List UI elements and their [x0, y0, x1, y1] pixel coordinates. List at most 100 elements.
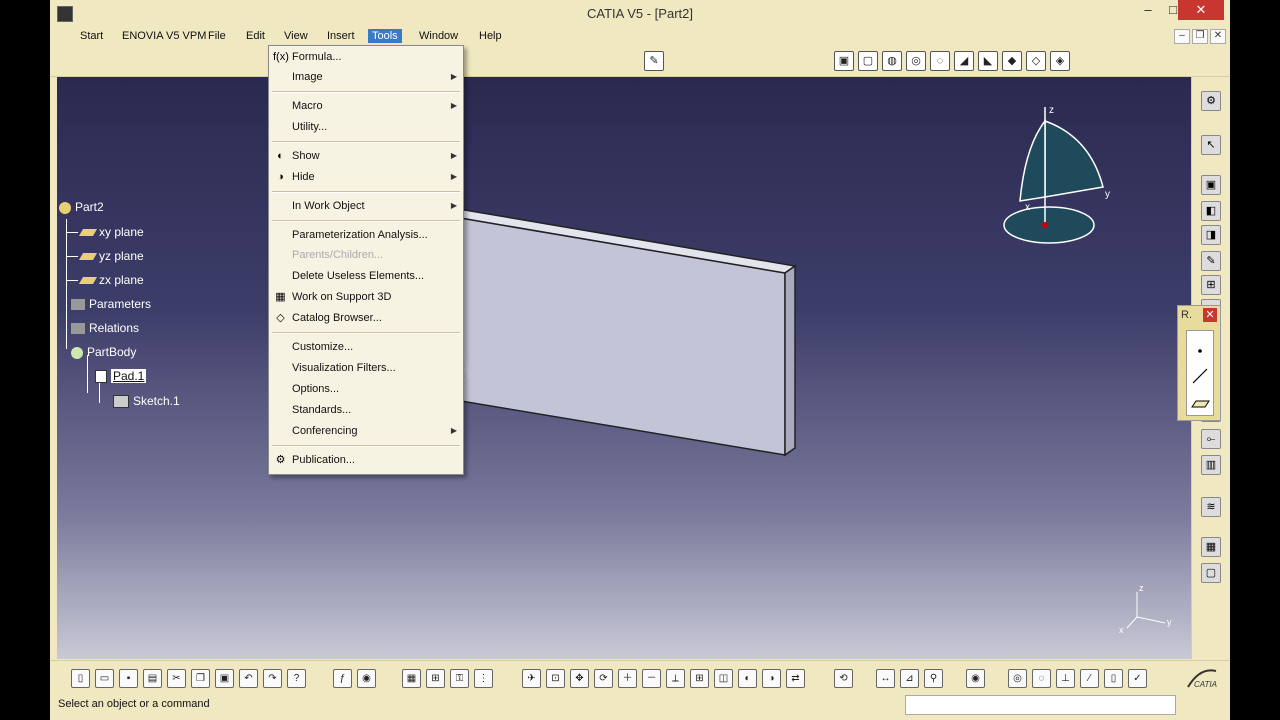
- help-cursor-icon[interactable]: ?: [287, 669, 306, 688]
- menu-item-image[interactable]: Image ▶: [269, 68, 463, 88]
- zoom-in-icon[interactable]: ＋: [618, 669, 637, 688]
- new-icon[interactable]: ▯: [71, 669, 90, 688]
- mdi-minimize-button[interactable]: –: [1174, 29, 1190, 44]
- section-icon[interactable]: ▯: [1104, 669, 1123, 688]
- sketch-analysis-icon[interactable]: ✓: [1128, 669, 1147, 688]
- menu-item-standards[interactable]: Standards...: [269, 401, 463, 421]
- normal-view-icon[interactable]: ⟂: [666, 669, 685, 688]
- menu-insert[interactable]: Insert: [323, 29, 359, 43]
- command-input[interactable]: [905, 695, 1176, 715]
- paste-icon[interactable]: ▣: [215, 669, 234, 688]
- menu-item-conferencing[interactable]: Conferencing ▶: [269, 422, 463, 442]
- pan-icon[interactable]: ✥: [570, 669, 589, 688]
- measure-between-icon[interactable]: ↔: [876, 669, 895, 688]
- tree-xy-plane[interactable]: xy plane: [78, 225, 144, 239]
- menu-item-formula[interactable]: f(x) Formula...: [269, 48, 463, 68]
- axis-icon[interactable]: ⊥: [1056, 669, 1075, 688]
- menu-item-publication[interactable]: ⚙ Publication...: [269, 451, 463, 471]
- fit-all-icon[interactable]: ⊡: [546, 669, 565, 688]
- 3d-viewport[interactable]: z y x z y x Part2 xy plane yz plane zx p: [57, 77, 1191, 659]
- tree-sketch[interactable]: Sketch.1: [113, 394, 180, 409]
- swap-space-icon[interactable]: ⇄: [786, 669, 805, 688]
- shell-icon[interactable]: ◇: [1026, 51, 1046, 71]
- frame-icon[interactable]: ▢: [1201, 563, 1221, 583]
- analysis-icon[interactable]: ◎: [1008, 669, 1027, 688]
- tree-part2[interactable]: Part2: [59, 200, 104, 214]
- hole-icon[interactable]: ◎: [906, 51, 926, 71]
- thickness-icon[interactable]: ◈: [1050, 51, 1070, 71]
- print-icon[interactable]: ▤: [143, 669, 162, 688]
- graph-icon[interactable]: ⊞: [426, 669, 445, 688]
- shading-icon[interactable]: ◐: [738, 669, 757, 688]
- menu-item-macro[interactable]: Macro ▶: [269, 97, 463, 117]
- yellow-cube-icon[interactable]: ◨: [1201, 225, 1221, 245]
- menu-item-in-work-object[interactable]: In Work Object ▶: [269, 197, 463, 217]
- menu-item-options[interactable]: Options...: [269, 380, 463, 400]
- menu-tools[interactable]: Tools: [368, 29, 402, 43]
- iso-view-icon[interactable]: ◫: [714, 669, 733, 688]
- menu-help[interactable]: Help: [475, 29, 506, 43]
- ratio-icon[interactable]: ⁄: [1080, 669, 1099, 688]
- tree-partbody[interactable]: PartBody: [71, 345, 136, 359]
- pattern-icon[interactable]: ⊞: [1201, 275, 1221, 295]
- menu-start[interactable]: Start: [76, 29, 107, 43]
- update-icon[interactable]: ⟲: [834, 669, 853, 688]
- menu-item-show[interactable]: ◐ Show ▶: [269, 147, 463, 167]
- draft-icon[interactable]: ◆: [1002, 51, 1022, 71]
- tree-zx-plane[interactable]: zx plane: [78, 273, 144, 287]
- fly-mode-icon[interactable]: ✈: [522, 669, 541, 688]
- solid-icon[interactable]: ▣: [1201, 175, 1221, 195]
- plane-tool-icon[interactable]: [1191, 400, 1210, 408]
- zoom-out-icon[interactable]: －: [642, 669, 661, 688]
- mdi-restore-button[interactable]: ❐: [1192, 29, 1208, 44]
- select-arrow-icon[interactable]: ↖: [1201, 135, 1221, 155]
- open-icon[interactable]: ▭: [95, 669, 114, 688]
- hide-show-icon[interactable]: ◑: [762, 669, 781, 688]
- measure-item-icon[interactable]: ⊿: [900, 669, 919, 688]
- curvature-icon[interactable]: ◌: [1032, 669, 1051, 688]
- close-button[interactable]: ✕: [1178, 0, 1224, 20]
- copy-icon[interactable]: ❐: [191, 669, 210, 688]
- layers-icon[interactable]: ≋: [1201, 497, 1221, 517]
- menu-enovia[interactable]: ENOVIA V5 VPM: [118, 29, 210, 43]
- tree-parameters[interactable]: Parameters: [71, 297, 151, 311]
- tree-relations[interactable]: Relations: [71, 321, 139, 335]
- camera-icon[interactable]: ◉: [966, 669, 985, 688]
- sketch-tool-icon[interactable]: ✎: [644, 51, 664, 71]
- menu-item-delete-useless-elements[interactable]: Delete Useless Elements...: [269, 267, 463, 287]
- menu-item-customize[interactable]: Customize...: [269, 338, 463, 358]
- tree-yz-plane[interactable]: yz plane: [78, 249, 144, 263]
- menu-item-hide[interactable]: ◑ Hide ▶: [269, 168, 463, 188]
- pocket-icon[interactable]: ▢: [858, 51, 878, 71]
- menu-item-parameterization-analysis[interactable]: Parameterization Analysis...: [269, 226, 463, 246]
- undo-icon[interactable]: ↶: [239, 669, 258, 688]
- menu-item-visualization-filters[interactable]: Visualization Filters...: [269, 359, 463, 379]
- edit-icon[interactable]: ✎: [1201, 251, 1221, 271]
- menu-window[interactable]: Window: [415, 29, 462, 43]
- fillet-icon[interactable]: ◢: [954, 51, 974, 71]
- table-icon[interactable]: ▦: [402, 669, 421, 688]
- formula-icon[interactable]: ƒ: [333, 669, 352, 688]
- menu-file[interactable]: File: [204, 29, 230, 43]
- menu-item-utility[interactable]: Utility...: [269, 118, 463, 138]
- filter-icon[interactable]: ⋮: [474, 669, 493, 688]
- inertia-icon[interactable]: ⚲: [924, 669, 943, 688]
- menu-item-catalog-browser[interactable]: ◇ Catalog Browser...: [269, 309, 463, 329]
- cut-icon[interactable]: ✂: [167, 669, 186, 688]
- rib-icon[interactable]: ◌: [930, 51, 950, 71]
- cube-icon[interactable]: ◧: [1201, 201, 1221, 221]
- r-panel-close-button[interactable]: ✕: [1203, 308, 1217, 322]
- rotate-icon[interactable]: ⟳: [594, 669, 613, 688]
- shaft-icon[interactable]: ◍: [882, 51, 902, 71]
- multi-view-icon[interactable]: ⊞: [690, 669, 709, 688]
- pad-icon[interactable]: ▣: [834, 51, 854, 71]
- chamfer-icon[interactable]: ◣: [978, 51, 998, 71]
- menu-view[interactable]: View: [280, 29, 312, 43]
- grid-icon[interactable]: ▦: [1201, 537, 1221, 557]
- save-icon[interactable]: ▪: [119, 669, 138, 688]
- mdi-close-button[interactable]: ✕: [1210, 29, 1226, 44]
- menu-item-work-on-support-3d[interactable]: ▦ Work on Support 3D: [269, 288, 463, 308]
- point-icon[interactable]: [1198, 349, 1202, 353]
- lock-icon[interactable]: ⚿: [450, 669, 469, 688]
- tree-pad[interactable]: Pad.1: [95, 369, 147, 384]
